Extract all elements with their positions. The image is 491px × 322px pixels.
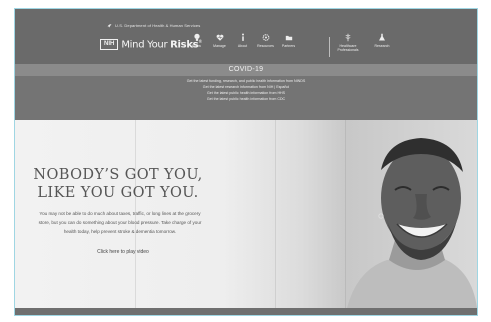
- hhs-banner[interactable]: U.S. Department of Health & Human Servic…: [107, 23, 200, 28]
- caduceus-icon: [345, 33, 351, 42]
- hero-headline-line: LIKE YOU GOT YOU.: [37, 185, 199, 201]
- covid-link[interactable]: Get the latest public health information…: [15, 96, 477, 102]
- nav-item-label: Know: [192, 44, 201, 48]
- browser-frame: U.S. Department of Health & Human Servic…: [14, 8, 478, 316]
- hhs-eagle-icon: [107, 24, 112, 28]
- covid-title: COVID-19: [228, 66, 264, 73]
- info-icon: [241, 33, 244, 41]
- flask-icon: [379, 33, 385, 41]
- hero-banner: NOBODY’S GOT YOU, LIKE YOU GOT YOU. You …: [15, 120, 477, 308]
- hero-body-line: You may not be able to do much about tax…: [39, 211, 201, 216]
- lightbulb-icon: [193, 33, 200, 41]
- nav-item-label: Partners: [281, 44, 296, 48]
- hero-body-line: store, but you can do something about yo…: [38, 220, 202, 225]
- nav-item-label: Manage: [213, 44, 226, 48]
- nav-item-healthcare-professionals[interactable]: Healthcare Professionals: [335, 33, 361, 52]
- hero-photo-person: [347, 138, 477, 308]
- nav-item-label: Resources: [257, 44, 274, 48]
- nav-item-research[interactable]: Research: [369, 33, 395, 52]
- nav-item-about[interactable]: About: [231, 33, 254, 48]
- hero-body: You may not be able to do much about tax…: [15, 209, 225, 236]
- nav-item-partners[interactable]: Partners: [277, 33, 300, 48]
- hhs-banner-label: U.S. Department of Health & Human Servic…: [115, 23, 201, 28]
- nav-divider: [329, 37, 330, 57]
- nav-item-know[interactable]: Know: [185, 33, 208, 48]
- site-header: U.S. Department of Health & Human Servic…: [15, 9, 477, 64]
- folder-icon: [285, 35, 292, 41]
- main-nav: Know Manage About Resources Partners: [185, 33, 300, 48]
- nav-item-label: About: [237, 44, 248, 48]
- gear-icon: [262, 34, 269, 41]
- covid-links: Get the latest funding, research, and pu…: [15, 76, 477, 120]
- hero-headline: NOBODY’S GOT YOU, LIKE YOU GOT YOU.: [19, 166, 217, 202]
- hero-headline-line: NOBODY’S GOT YOU,: [33, 167, 203, 183]
- hero-body-line: health today, help prevent stroke & deme…: [63, 229, 177, 234]
- nav-item-label: Healthcare Professionals: [337, 44, 359, 52]
- play-video-link[interactable]: Click here to play video: [73, 249, 173, 255]
- logo-wordmark-light: Mind Your: [121, 39, 171, 51]
- nav-item-manage[interactable]: Manage: [208, 33, 231, 48]
- page-footer: [15, 308, 477, 315]
- nav-item-label: Research: [374, 44, 390, 48]
- secondary-nav: Healthcare Professionals Research: [335, 33, 395, 52]
- heart-icon: [216, 34, 223, 41]
- nih-badge: NIH: [100, 39, 119, 51]
- nav-item-resources[interactable]: Resources: [254, 33, 277, 48]
- covid-bar: COVID-19: [15, 64, 477, 76]
